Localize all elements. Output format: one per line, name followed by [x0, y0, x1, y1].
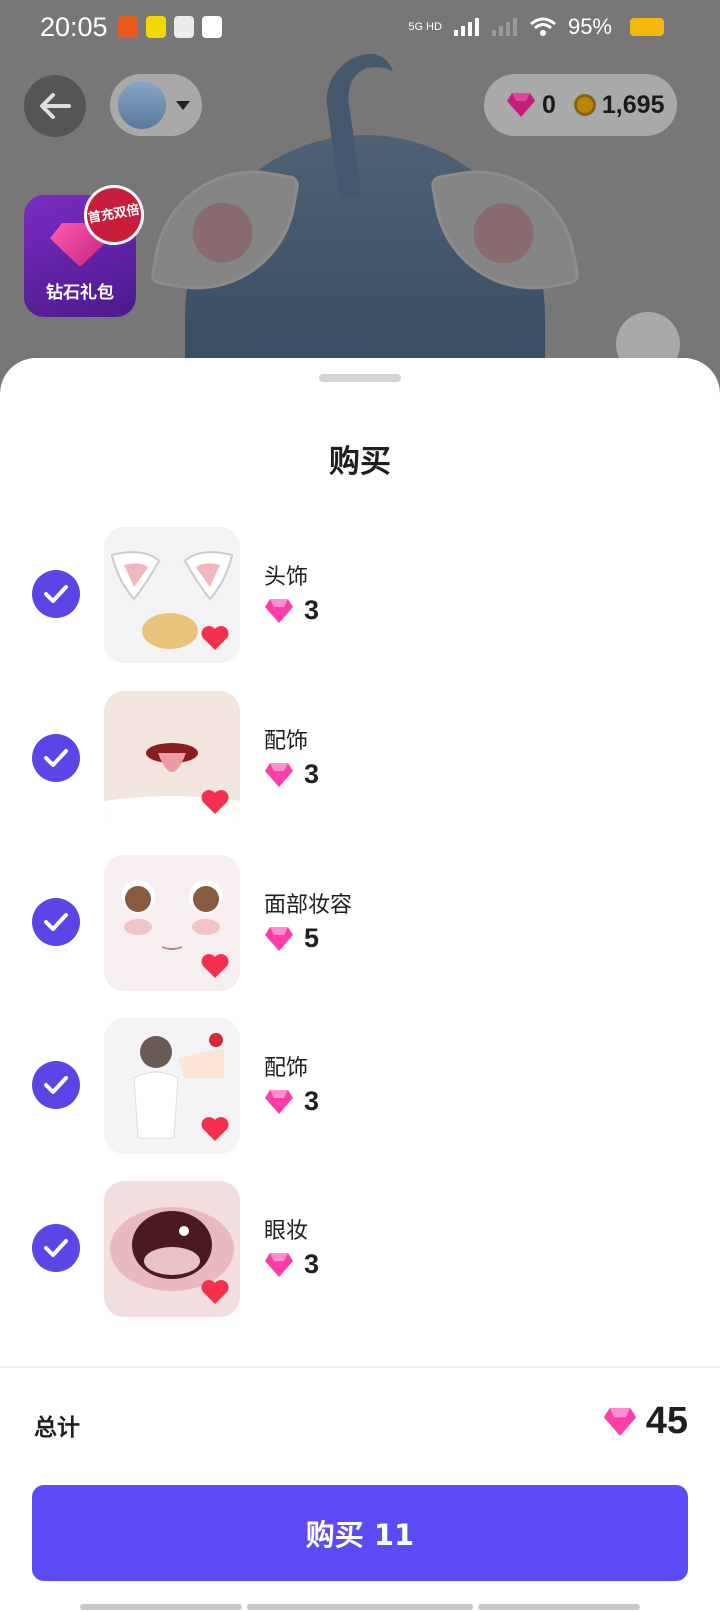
notification-icons: [118, 16, 222, 38]
total-amount: 45: [645, 1400, 688, 1442]
diamond-icon: [265, 1252, 293, 1277]
purchase-item[interactable]: 面部妆容 5: [0, 855, 720, 991]
total-label: 总计: [34, 1415, 80, 1441]
item-checkbox[interactable]: [32, 1061, 80, 1109]
item-price: 3: [264, 595, 319, 626]
total-value: 45: [602, 1400, 688, 1443]
item-name: 眼妆: [264, 1219, 309, 1244]
item-thumbnail-cat-ears: [104, 527, 240, 663]
app-notification-icon: [174, 16, 194, 38]
currency-balance[interactable]: 0 1,695: [484, 74, 677, 136]
purchase-item[interactable]: 头饰 3: [0, 527, 720, 663]
purchase-item[interactable]: 眼妆 3: [0, 1181, 720, 1317]
item-checkbox[interactable]: [32, 570, 80, 618]
heart-icon[interactable]: [200, 623, 230, 653]
gift-pack-label: 钻石礼包: [46, 283, 114, 303]
wifi-icon: [529, 17, 556, 36]
diamond-icon: [265, 762, 293, 787]
item-price: 3: [264, 1086, 319, 1117]
status-time: 20:05: [40, 12, 108, 42]
heart-icon[interactable]: [200, 1277, 230, 1307]
coin-balance: 1,695: [601, 90, 665, 119]
nav-bar-segment: [247, 1604, 473, 1610]
item-price: 3: [264, 1249, 319, 1280]
diamond-icon: [265, 926, 293, 951]
check-icon: [44, 913, 68, 931]
chevron-down-icon: [176, 100, 190, 110]
item-price-value: 3: [304, 595, 320, 625]
item-name: 配饰: [264, 729, 309, 754]
status-bar: 20:05 5G HD 95%: [0, 0, 720, 56]
item-name: 面部妆容: [264, 893, 353, 918]
heart-icon[interactable]: [200, 951, 230, 981]
purchase-item[interactable]: 配饰 3: [0, 1018, 720, 1154]
item-price-value: 3: [304, 1086, 320, 1116]
check-icon: [44, 749, 68, 767]
sheet-drag-handle[interactable]: [319, 374, 401, 382]
item-price: 3: [264, 759, 319, 790]
app-notification-icon: [118, 16, 138, 38]
heart-icon[interactable]: [200, 787, 230, 817]
buy-button[interactable]: 购买 11: [32, 1485, 688, 1581]
item-thumbnail-cake-accessory: [104, 1018, 240, 1154]
item-price-value: 3: [304, 759, 320, 789]
back-button[interactable]: [24, 75, 86, 137]
battery-icon: [630, 18, 664, 36]
item-thumbnail-tongue: [104, 691, 240, 827]
item-name: 配饰: [264, 1056, 309, 1081]
status-right: 5G HD 95%: [408, 14, 664, 40]
item-thumbnail-eye-makeup: [104, 1181, 240, 1317]
item-price-value: 3: [304, 1249, 320, 1279]
signal-icon: [453, 18, 479, 36]
heart-icon[interactable]: [200, 1114, 230, 1144]
check-icon: [44, 1076, 68, 1094]
coin-icon: [573, 94, 596, 116]
network-label: 5G HD: [408, 20, 442, 33]
item-thumbnail-face-makeup: [104, 855, 240, 991]
diamond-icon: [265, 598, 293, 623]
purchase-item[interactable]: 配饰 3: [0, 691, 720, 827]
avatar-switcher[interactable]: [110, 74, 202, 136]
nav-bar-segment: [478, 1604, 640, 1610]
diamond-balance: 0: [542, 90, 556, 119]
divider: [0, 1366, 720, 1368]
avatar: [118, 81, 166, 129]
item-price: 5: [264, 923, 319, 954]
check-icon: [44, 1239, 68, 1257]
sheet-title: 购买: [329, 444, 391, 480]
diamond-icon: [507, 93, 535, 117]
item-name: 头饰: [264, 565, 309, 590]
signal-icon-2: [491, 18, 517, 36]
battery-percent: 95%: [567, 14, 612, 39]
item-checkbox[interactable]: [32, 898, 80, 946]
item-checkbox[interactable]: [32, 1224, 80, 1272]
nav-bar-segment: [80, 1604, 242, 1610]
item-checkbox[interactable]: [32, 734, 80, 782]
play-notification-icon: [202, 16, 222, 38]
check-icon: [44, 585, 68, 603]
arrow-left-icon: [40, 93, 71, 119]
diamond-icon: [603, 1407, 636, 1436]
diamond-icon: [265, 1089, 293, 1114]
item-price-value: 5: [304, 923, 320, 953]
app-notification-icon: [146, 16, 166, 38]
